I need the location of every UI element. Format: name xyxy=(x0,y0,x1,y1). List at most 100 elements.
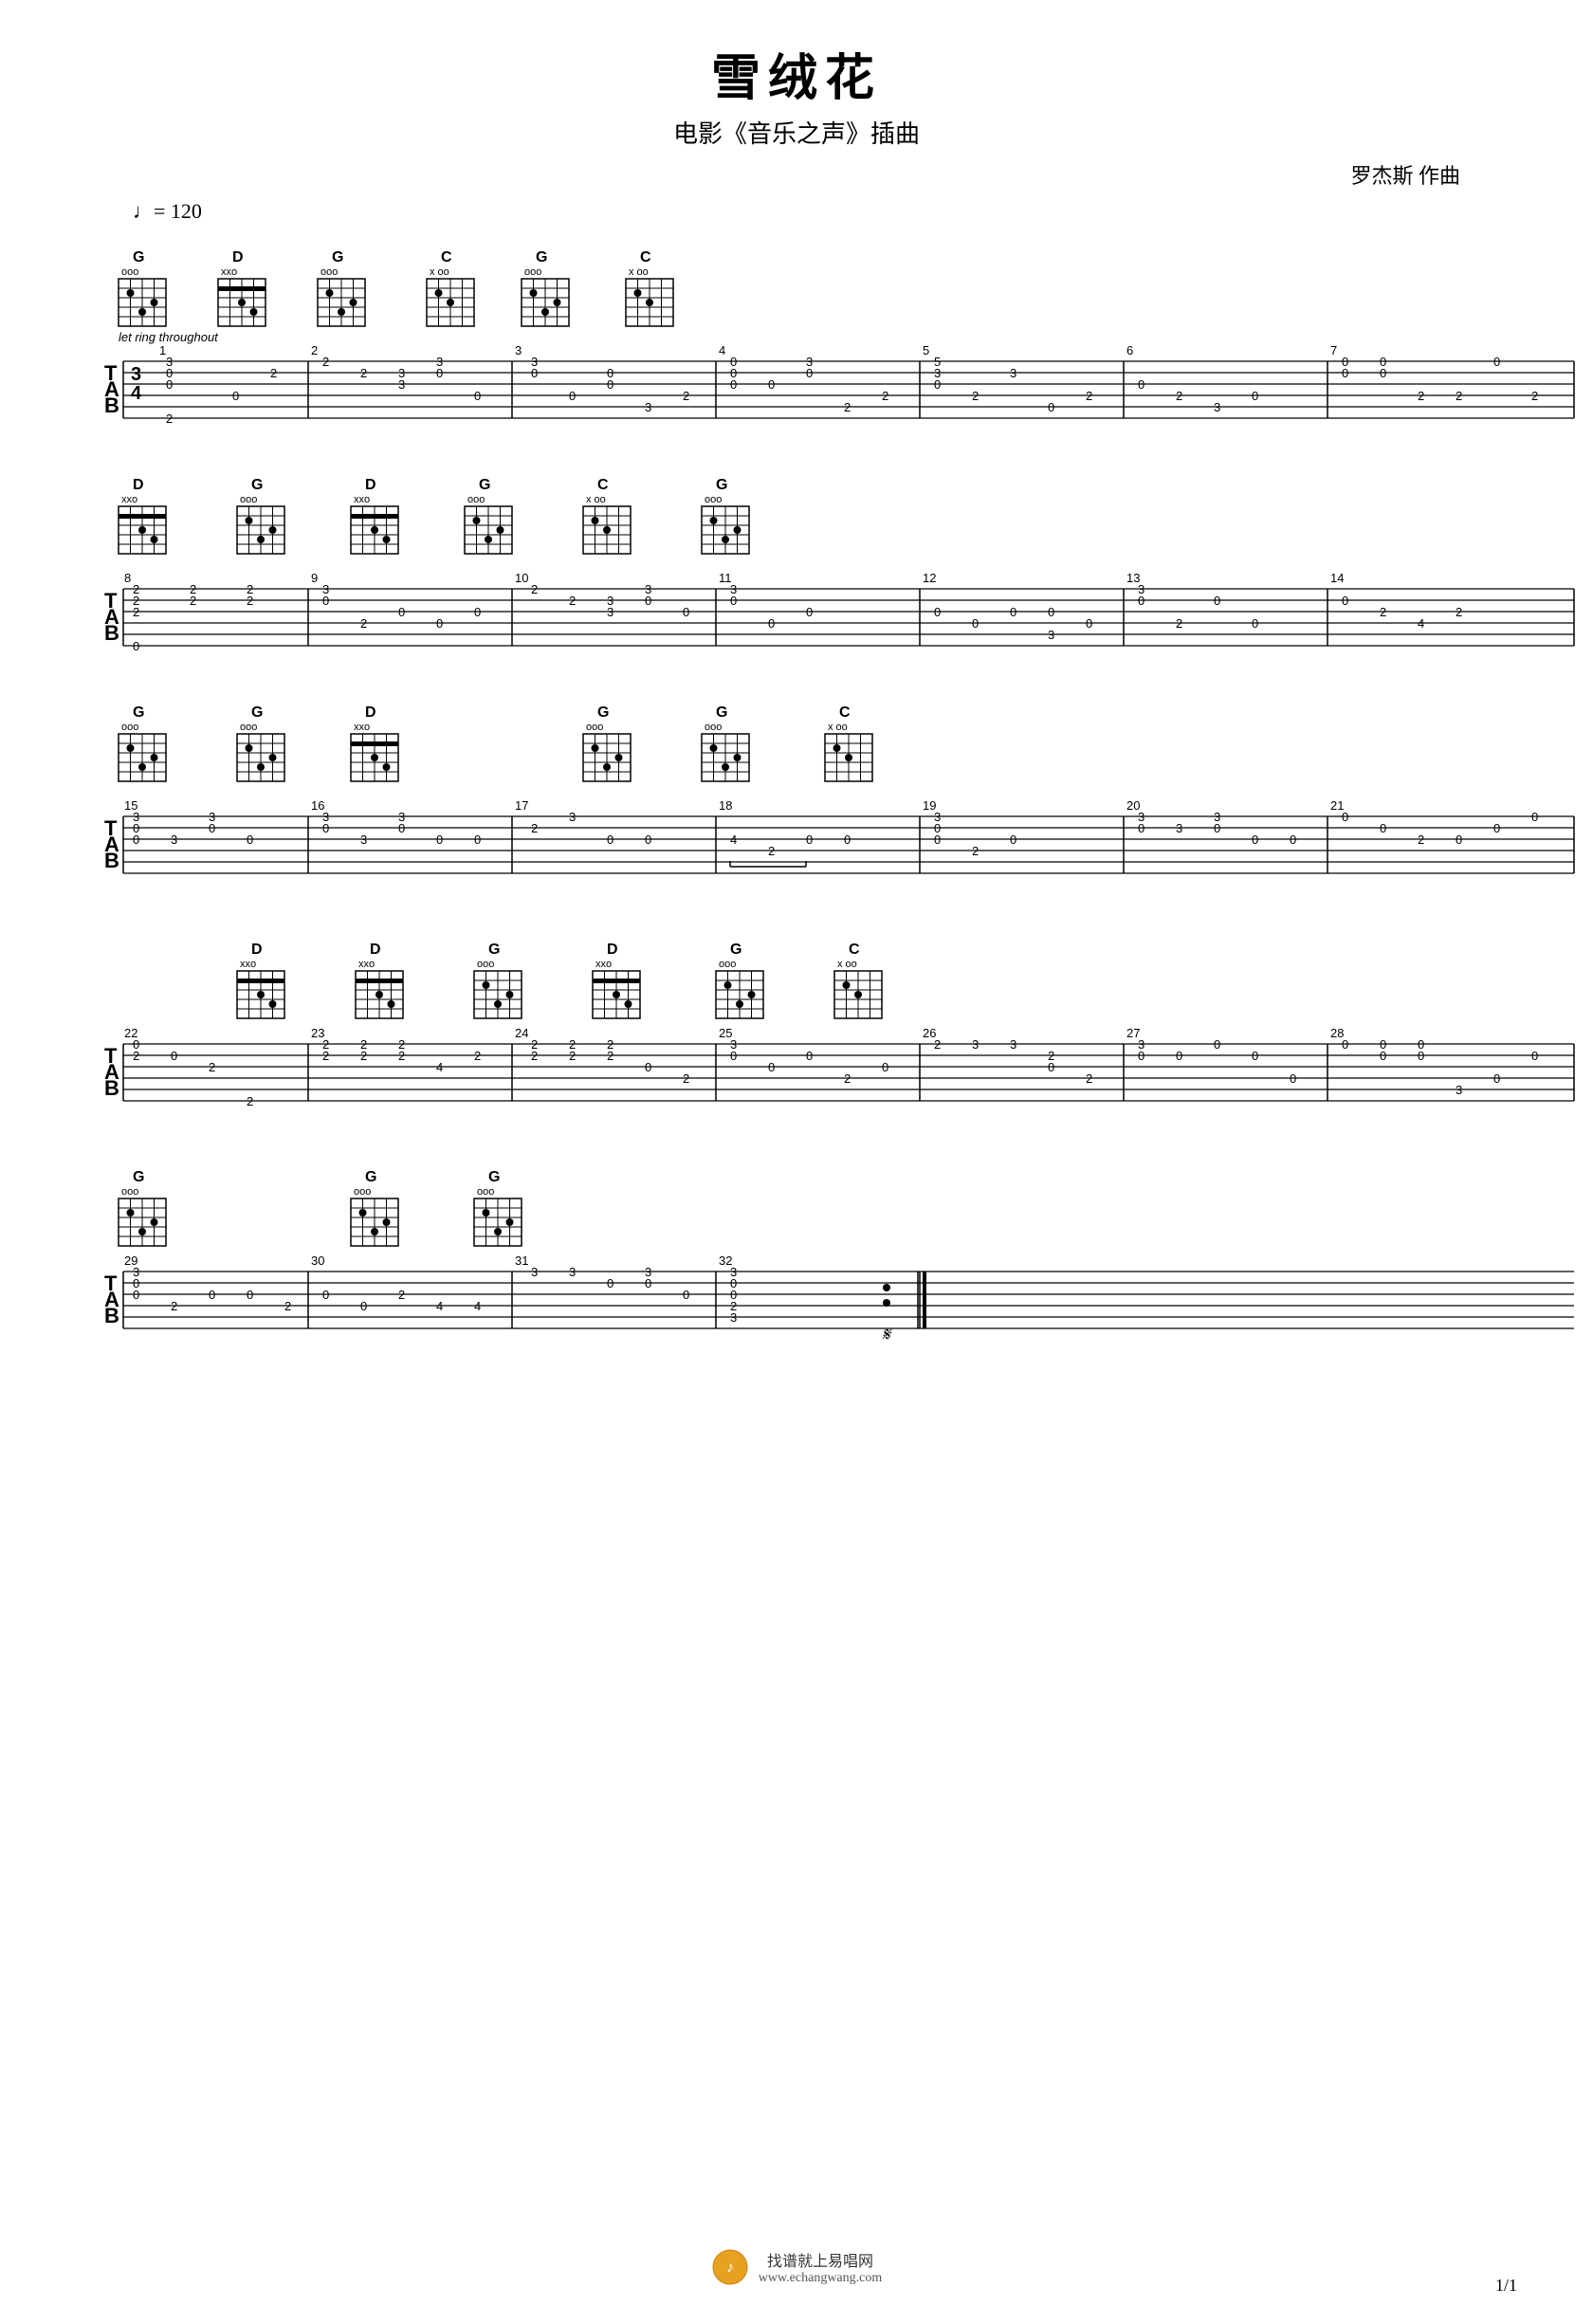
svg-text:2: 2 xyxy=(360,1049,367,1063)
svg-text:3: 3 xyxy=(1176,821,1182,835)
svg-text:3: 3 xyxy=(1214,400,1220,414)
svg-text:0: 0 xyxy=(436,833,443,847)
svg-text:4: 4 xyxy=(1418,616,1424,631)
svg-text:2: 2 xyxy=(972,844,979,858)
svg-text:0: 0 xyxy=(730,377,737,392)
svg-text:G: G xyxy=(488,942,500,958)
svg-text:G: G xyxy=(479,477,490,493)
svg-text:10: 10 xyxy=(515,571,528,585)
svg-text:B: B xyxy=(104,849,119,872)
svg-text:2: 2 xyxy=(531,582,538,596)
svg-text:0: 0 xyxy=(1086,616,1092,631)
svg-text:0: 0 xyxy=(1531,1049,1538,1063)
svg-text:0: 0 xyxy=(1048,605,1054,619)
svg-text:0: 0 xyxy=(1531,810,1538,824)
svg-text:D: D xyxy=(370,942,381,958)
svg-text:6: 6 xyxy=(1126,343,1133,357)
svg-text:0: 0 xyxy=(474,833,481,847)
svg-text:0: 0 xyxy=(730,1049,737,1063)
svg-text:0: 0 xyxy=(474,605,481,619)
svg-text:0: 0 xyxy=(1380,1049,1386,1063)
svg-text:0: 0 xyxy=(1342,1037,1348,1052)
svg-text:5: 5 xyxy=(923,343,929,357)
svg-text:3: 3 xyxy=(131,364,141,385)
svg-text:0: 0 xyxy=(768,616,775,631)
svg-text:2: 2 xyxy=(1176,616,1182,631)
svg-text:0: 0 xyxy=(360,1299,367,1313)
subtitle: 电影《音乐之声》插曲 xyxy=(57,115,1536,150)
svg-text:3: 3 xyxy=(1010,366,1016,380)
svg-text:4: 4 xyxy=(719,343,725,357)
svg-text:2: 2 xyxy=(247,1094,253,1108)
svg-text:x oo: x oo xyxy=(837,959,857,970)
svg-text:G: G xyxy=(133,1169,144,1185)
svg-text:0: 0 xyxy=(645,1276,651,1290)
svg-text:2: 2 xyxy=(398,1049,405,1063)
svg-text:4: 4 xyxy=(730,833,737,847)
svg-text:0: 0 xyxy=(474,389,481,403)
svg-text:0: 0 xyxy=(171,1049,177,1063)
svg-text:ooo: ooo xyxy=(121,1186,138,1198)
tempo: ♩= 120 xyxy=(133,199,1536,224)
svg-text:xxo: xxo xyxy=(595,959,612,970)
svg-text:0: 0 xyxy=(1214,821,1220,835)
svg-text:0: 0 xyxy=(1214,594,1220,608)
main-title: 雪绒花 xyxy=(57,38,1536,109)
svg-text:ooo: ooo xyxy=(524,266,541,278)
svg-text:31: 31 xyxy=(515,1253,528,1268)
svg-text:2: 2 xyxy=(569,594,576,608)
svg-text:0: 0 xyxy=(806,366,813,380)
svg-text:2: 2 xyxy=(322,355,329,369)
svg-text:G: G xyxy=(133,249,144,265)
svg-text:0: 0 xyxy=(1252,1049,1258,1063)
score-svg: G ooo D xxo G ooo xyxy=(95,233,1593,2224)
svg-text:0: 0 xyxy=(209,1288,215,1302)
svg-text:0: 0 xyxy=(645,594,651,608)
svg-text:3: 3 xyxy=(1456,1083,1462,1097)
svg-text:18: 18 xyxy=(719,798,732,813)
svg-text:x oo: x oo xyxy=(430,266,449,278)
svg-text:G: G xyxy=(716,477,727,493)
svg-text:0: 0 xyxy=(322,594,329,608)
svg-text:8: 8 xyxy=(124,571,131,585)
svg-text:C: C xyxy=(597,477,609,493)
svg-text:0: 0 xyxy=(683,1288,689,1302)
svg-text:0: 0 xyxy=(1493,1071,1500,1086)
svg-text:D: D xyxy=(251,942,263,958)
svg-text:0: 0 xyxy=(1342,810,1348,824)
svg-text:0: 0 xyxy=(133,833,139,847)
svg-text:17: 17 xyxy=(515,798,528,813)
svg-text:0: 0 xyxy=(1380,821,1386,835)
svg-text:2: 2 xyxy=(1380,605,1386,619)
svg-text:3: 3 xyxy=(645,400,651,414)
title-section: 雪绒花 电影《音乐之声》插曲 xyxy=(57,38,1536,150)
svg-text:G: G xyxy=(332,249,343,265)
svg-text:2: 2 xyxy=(270,366,277,380)
svg-text:B: B xyxy=(104,1076,119,1100)
svg-text:0: 0 xyxy=(806,1049,813,1063)
svg-text:G: G xyxy=(133,705,144,721)
svg-text:D: D xyxy=(133,477,144,493)
svg-text:0: 0 xyxy=(934,833,941,847)
svg-text:G: G xyxy=(597,705,609,721)
svg-text:0: 0 xyxy=(1010,605,1016,619)
tempo-marking: ♩= 120 xyxy=(133,199,202,224)
svg-text:24: 24 xyxy=(515,1026,528,1040)
footer: ♪ 找谱就上易唱网 www.echangwang.com xyxy=(57,2248,1536,2286)
svg-text:2: 2 xyxy=(166,412,173,426)
svg-text:0: 0 xyxy=(1342,594,1348,608)
svg-text:xxo: xxo xyxy=(121,494,137,505)
svg-text:x oo: x oo xyxy=(629,266,649,278)
svg-text:ooo: ooo xyxy=(240,722,257,733)
svg-text:G: G xyxy=(251,705,263,721)
svg-text:C: C xyxy=(849,942,860,958)
svg-text:2: 2 xyxy=(882,389,888,403)
svg-text:0: 0 xyxy=(398,605,405,619)
svg-text:0: 0 xyxy=(1138,1049,1144,1063)
svg-text:0: 0 xyxy=(645,833,651,847)
svg-text:14: 14 xyxy=(1330,571,1344,585)
svg-text:0: 0 xyxy=(436,616,443,631)
svg-text:3: 3 xyxy=(360,833,367,847)
svg-text:0: 0 xyxy=(1493,821,1500,835)
logo-icon: ♪ xyxy=(711,2248,749,2286)
